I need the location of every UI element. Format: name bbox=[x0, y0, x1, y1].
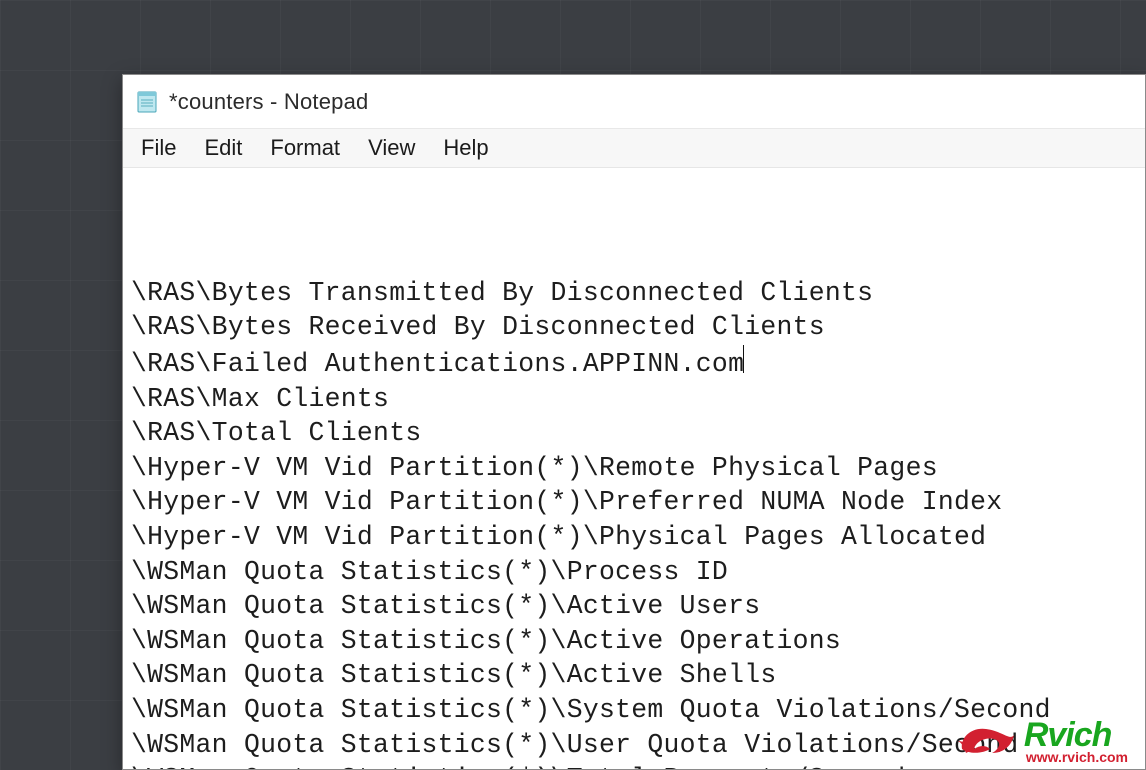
text-line: \WSMan Quota Statistics(*)\System Quota … bbox=[131, 693, 1137, 728]
notepad-icon bbox=[135, 90, 159, 114]
text-editor[interactable]: \RAS\Bytes Transmitted By Disconnected C… bbox=[123, 168, 1145, 769]
notepad-window: *counters - Notepad File Edit Format Vie… bbox=[122, 74, 1146, 770]
menu-help[interactable]: Help bbox=[429, 131, 502, 165]
menu-format[interactable]: Format bbox=[256, 131, 354, 165]
text-line: \RAS\Failed Authentications.APPINN.com bbox=[131, 345, 1137, 382]
text-line: \WSMan Quota Statistics(*)\Active Operat… bbox=[131, 624, 1137, 659]
text-line: \RAS\Total Clients bbox=[131, 416, 1137, 451]
menu-bar: File Edit Format View Help bbox=[123, 129, 1145, 168]
text-line: \WSMan Quota Statistics(*)\Active Users bbox=[131, 589, 1137, 624]
text-line: \RAS\Max Clients bbox=[131, 382, 1137, 417]
text-line: \RAS\Bytes Transmitted By Disconnected C… bbox=[131, 276, 1137, 311]
text-line: \Hyper-V VM Vid Partition(*)\Remote Phys… bbox=[131, 451, 1137, 486]
text-line: \Hyper-V VM Vid Partition(*)\Preferred N… bbox=[131, 485, 1137, 520]
menu-file[interactable]: File bbox=[127, 131, 190, 165]
title-bar[interactable]: *counters - Notepad bbox=[123, 75, 1145, 129]
text-line: \WSMan Quota Statistics(*)\Process ID bbox=[131, 555, 1137, 590]
menu-view[interactable]: View bbox=[354, 131, 429, 165]
text-caret bbox=[743, 345, 744, 373]
text-line: \Hyper-V VM Vid Partition(*)\Physical Pa… bbox=[131, 520, 1137, 555]
text-line: \RAS\Bytes Received By Disconnected Clie… bbox=[131, 310, 1137, 345]
text-line: \WSMan Quota Statistics(*)\Total Request… bbox=[131, 762, 1137, 769]
text-line: \WSMan Quota Statistics(*)\User Quota Vi… bbox=[131, 728, 1137, 763]
text-line: \WSMan Quota Statistics(*)\Active Shells bbox=[131, 658, 1137, 693]
window-title: *counters - Notepad bbox=[169, 89, 368, 115]
menu-edit[interactable]: Edit bbox=[190, 131, 256, 165]
